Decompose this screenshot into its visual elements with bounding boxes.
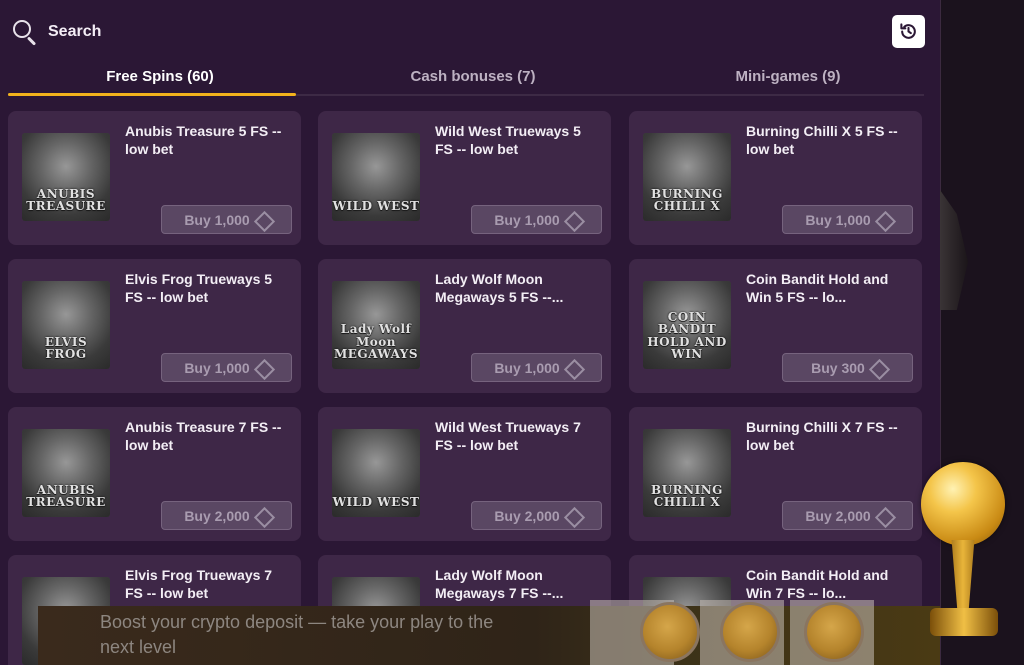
coin-icon [566, 361, 579, 374]
buy-label: Buy 1,000 [494, 211, 560, 228]
game-logo: WILD WEST [332, 495, 420, 510]
game-thumbnail: ELVIS FROG [22, 281, 110, 369]
bonus-card[interactable]: ELVIS FROG Elvis Frog Trueways 5 FS -- l… [8, 259, 301, 393]
game-logo: COIN BANDIT HOLD AND WIN [647, 309, 727, 362]
game-logo: ANUBIS TREASURE [26, 482, 106, 510]
card-title: Burning Chilli X 5 FS -- low bet [746, 123, 898, 157]
coin-icon [877, 213, 890, 226]
card-title: Elvis Frog Trueways 5 FS -- low bet [125, 271, 273, 305]
coin-icon [566, 213, 579, 226]
game-logo: Lady Wolf Moon MEGAWAYS [333, 322, 419, 362]
bonus-card[interactable]: WILD WEST Wild West Trueways 7 FS -- low… [318, 407, 611, 541]
search-button[interactable]: Search [12, 18, 101, 46]
card-title: Wild West Trueways 7 FS -- low bet [435, 419, 581, 453]
game-thumbnail: COIN BANDIT HOLD AND WIN [643, 281, 731, 369]
bonus-card[interactable]: ANUBIS TREASURE Anubis Treasure 7 FS -- … [8, 407, 301, 541]
game-logo: WILD WEST [332, 199, 420, 214]
buy-button[interactable]: Buy 1,000 [161, 205, 292, 234]
history-button[interactable] [892, 15, 925, 48]
game-logo: BURNING CHILLI X [651, 482, 723, 510]
buy-button[interactable]: Buy 300 [782, 353, 913, 382]
coin-icon [256, 213, 269, 226]
history-icon [900, 23, 916, 39]
game-thumbnail: ANUBIS TREASURE [22, 133, 110, 221]
buy-button[interactable]: Buy 1,000 [471, 353, 602, 382]
game-logo: BURNING CHILLI X [651, 186, 723, 214]
game-logo: ELVIS FROG [44, 334, 88, 362]
buy-label: Buy 1,000 [184, 359, 250, 376]
tab-cash-bonuses[interactable]: Cash bonuses (7) [318, 68, 628, 85]
game-thumbnail: WILD WEST [332, 133, 420, 221]
card-title: Burning Chilli X 7 FS -- low bet [746, 419, 898, 453]
card-title: Anubis Treasure 5 FS -- low bet [125, 123, 282, 157]
buy-label: Buy 1,000 [805, 211, 871, 228]
coin-icon [871, 361, 884, 374]
promo-text: Boost your crypto deposit — take your pl… [100, 612, 494, 657]
football-icon [921, 462, 1005, 546]
card-title: Wild West Trueways 5 FS -- low bet [435, 123, 581, 157]
coin-icon [256, 509, 269, 522]
buy-button[interactable]: Buy 1,000 [161, 353, 292, 382]
bonus-card[interactable]: BURNING CHILLI X Burning Chilli X 5 FS -… [629, 111, 922, 245]
search-icon [12, 19, 38, 46]
card-title: Lady Wolf Moon Megaways 7 FS --... [435, 567, 564, 601]
bonus-card[interactable]: WILD WEST Wild West Trueways 5 FS -- low… [318, 111, 611, 245]
buy-button[interactable]: Buy 2,000 [161, 501, 292, 530]
card-title: Elvis Frog Trueways 7 FS -- low bet [125, 567, 273, 601]
bonus-shop-panel: Search Free Spins (60) Cash bonuses (7) … [0, 0, 940, 665]
buy-label: Buy 300 [811, 359, 865, 376]
bonus-card[interactable]: Lady Wolf Moon MEGAWAYS Lady Wolf Moon M… [318, 259, 611, 393]
bonus-card[interactable]: COIN BANDIT HOLD AND WIN Coin Bandit Hol… [629, 259, 922, 393]
tab-free-spins[interactable]: Free Spins (60) [8, 68, 312, 85]
eth-coin-icon [804, 602, 864, 662]
coin-icon [877, 509, 890, 522]
buy-label: Buy 1,000 [494, 359, 560, 376]
buy-button[interactable]: Buy 2,000 [782, 501, 913, 530]
buy-button[interactable]: Buy 1,000 [471, 205, 602, 234]
card-title: Coin Bandit Hold and Win 5 FS -- lo... [746, 271, 889, 305]
buy-label: Buy 2,000 [184, 507, 250, 524]
buy-label: Buy 2,000 [805, 507, 871, 524]
trophy-icon[interactable] [904, 462, 1014, 642]
game-thumbnail: ANUBIS TREASURE [22, 429, 110, 517]
trophy-stem [951, 540, 975, 610]
game-thumbnail: WILD WEST [332, 429, 420, 517]
buy-button[interactable]: Buy 2,000 [471, 501, 602, 530]
card-title: Anubis Treasure 7 FS -- low bet [125, 419, 282, 453]
bonus-card[interactable]: ANUBIS TREASURE Anubis Treasure 5 FS -- … [8, 111, 301, 245]
card-title: Coin Bandit Hold and Win 7 FS -- lo... [746, 567, 889, 601]
game-thumbnail: BURNING CHILLI X [643, 133, 731, 221]
active-tab-indicator [8, 93, 296, 96]
game-thumbnail: Lady Wolf Moon MEGAWAYS [332, 281, 420, 369]
buy-label: Buy 1,000 [184, 211, 250, 228]
bonus-tabs: Free Spins (60) Cash bonuses (7) Mini-ga… [8, 62, 924, 96]
game-thumbnail: BURNING CHILLI X [643, 429, 731, 517]
card-title: Lady Wolf Moon Megaways 5 FS --... [435, 271, 564, 305]
search-label: Search [48, 23, 102, 40]
buy-button[interactable]: Buy 1,000 [782, 205, 913, 234]
game-logo: ANUBIS TREASURE [26, 186, 106, 214]
coin-icon [256, 361, 269, 374]
trophy-base [930, 608, 998, 636]
tab-mini-games[interactable]: Mini-games (9) [628, 68, 940, 85]
buy-label: Buy 2,000 [494, 507, 560, 524]
bonus-card[interactable]: BURNING CHILLI X Burning Chilli X 7 FS -… [629, 407, 922, 541]
eth-coin-icon [640, 602, 700, 662]
eth-coin-icon [720, 602, 780, 662]
coin-icon [566, 509, 579, 522]
